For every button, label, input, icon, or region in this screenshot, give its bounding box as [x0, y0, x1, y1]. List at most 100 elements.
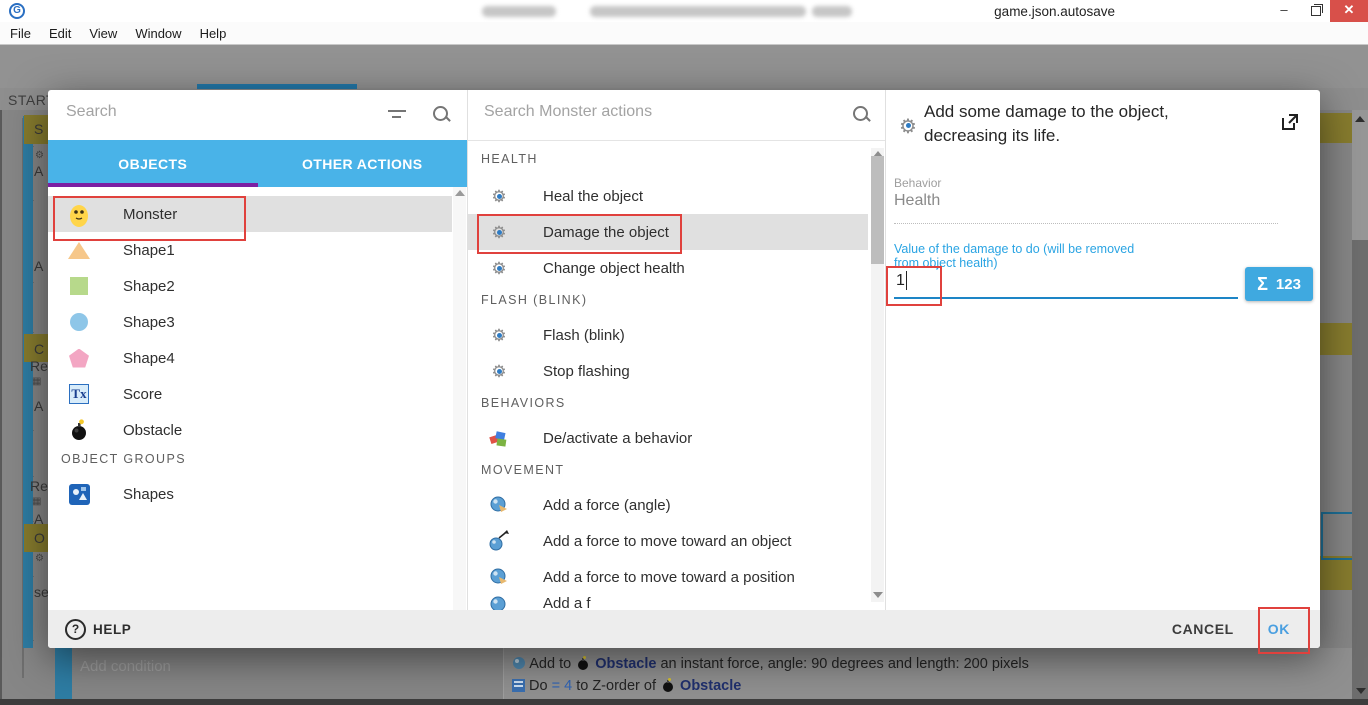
event-action-row[interactable]: Add to Obstacle an instant force, angle:…: [512, 656, 1029, 672]
action-row-deactivate-behavior[interactable]: De/activate a behavior: [468, 420, 868, 456]
actions-panel: HEALTH ⚙ Heal the object ⚙ Damage the ob…: [467, 90, 885, 610]
menu-help[interactable]: Help: [200, 26, 227, 41]
scroll-up-icon[interactable]: [455, 190, 465, 196]
actions-scrollbar-thumb[interactable]: [871, 156, 884, 264]
scroll-down-icon[interactable]: [873, 592, 883, 598]
object-row-shape2[interactable]: Shape2: [48, 268, 452, 304]
event-icon-fragment: ▦: [32, 496, 41, 507]
object-groups-header: OBJECT GROUPS: [61, 452, 186, 466]
action-config-panel: ⚙ Add some damage to the object, decreas…: [885, 90, 1320, 610]
object-row-score[interactable]: Tx Score: [48, 376, 452, 412]
z-order-icon: [512, 679, 525, 692]
action-row-clipped[interactable]: Add a f: [468, 595, 868, 610]
bottom-strip: [0, 699, 1368, 705]
action-label: Add a force to move toward an object: [543, 533, 791, 550]
action-label: Add a force to move toward a position: [543, 569, 795, 586]
objects-search-row: [48, 90, 467, 141]
damage-value-field[interactable]: 1: [894, 266, 1238, 299]
menu-bar: File Edit View Window Help: [0, 22, 1368, 45]
section-header-health: HEALTH: [481, 152, 538, 166]
action-row-add-force-angle[interactable]: Add a force (angle): [468, 487, 868, 523]
events-bottom-rows: Add condition Add to Obstacle an instant…: [0, 648, 1368, 699]
event-text-fragment: A: [34, 511, 43, 527]
event-highlight: [1318, 323, 1352, 355]
action-description: Add some damage to the object, decreasin…: [924, 100, 1256, 148]
force-toward-icon: [486, 530, 512, 552]
force-icon: [486, 495, 512, 515]
action-row-damage[interactable]: ⚙ Damage the object: [468, 214, 868, 250]
redacted-title-segment: [812, 6, 852, 17]
damage-value: 1: [896, 272, 905, 290]
behavior-icon: [486, 429, 512, 447]
menu-file[interactable]: File: [10, 26, 31, 41]
section-header-flash: FLASH (BLINK): [481, 293, 587, 307]
health-action-icon: ⚙: [486, 259, 512, 278]
scroll-up-icon[interactable]: [1355, 116, 1365, 122]
group-icon: [66, 484, 92, 505]
events-margin-line: [0, 110, 2, 705]
behavior-field-value[interactable]: Health: [894, 192, 940, 210]
object-label: Obstacle: [123, 422, 182, 439]
force-icon: [486, 567, 512, 587]
search-icon[interactable]: [853, 106, 871, 124]
objects-scrollbar[interactable]: [453, 187, 466, 610]
behavior-field-label: Behavior: [894, 176, 941, 190]
close-button[interactable]: ✕: [1330, 0, 1368, 22]
toolbar: [0, 44, 1368, 88]
event-text-fragment: O: [34, 530, 45, 546]
object-row-shape3[interactable]: Shape3: [48, 304, 452, 340]
menu-edit[interactable]: Edit: [49, 26, 71, 41]
dialog-footer: ? HELP CANCEL OK: [48, 610, 1320, 648]
bomb-icon: [66, 419, 92, 441]
action-row-stop-flashing[interactable]: ⚙ Stop flashing: [468, 353, 868, 389]
cancel-button[interactable]: CANCEL: [1172, 621, 1234, 637]
action-row-force-toward-object[interactable]: Add a force to move toward an object: [468, 523, 868, 559]
object-row-obstacle[interactable]: Obstacle: [48, 412, 452, 448]
object-row-monster[interactable]: Monster: [48, 196, 452, 232]
action-label: Add a force (angle): [543, 497, 671, 514]
minimize-button[interactable]: –: [1270, 0, 1298, 22]
action-label: Heal the object: [543, 188, 643, 205]
filter-icon[interactable]: [388, 110, 406, 120]
menu-window[interactable]: Window: [135, 26, 181, 41]
redacted-title-segment: [590, 6, 806, 17]
group-row-shapes[interactable]: Shapes: [48, 476, 452, 512]
action-row-flash[interactable]: ⚙ Flash (blink): [468, 317, 868, 353]
section-header-movement: MOVEMENT: [481, 463, 564, 477]
help-button[interactable]: ? HELP: [65, 619, 131, 640]
behavior-field-underline: [894, 223, 1278, 224]
menu-view[interactable]: View: [89, 26, 117, 41]
triangle-icon: [66, 242, 92, 259]
action-label: De/activate a behavior: [543, 430, 692, 447]
actions-search-row: [468, 90, 885, 141]
object-label: Shape2: [123, 278, 175, 295]
object-row-shape4[interactable]: Shape4: [48, 340, 452, 376]
event-text-fragment: C: [34, 341, 44, 357]
ok-button[interactable]: OK: [1268, 621, 1290, 637]
health-action-icon: ⚙: [899, 116, 917, 138]
objects-search-input[interactable]: [64, 102, 368, 122]
event-text-fragment: A: [34, 398, 43, 414]
action-row-force-toward-position[interactable]: Add a force to move toward a position: [468, 559, 868, 595]
tab-other-actions[interactable]: OTHER ACTIONS: [258, 140, 468, 187]
health-action-icon: ⚙: [486, 187, 512, 206]
events-scrollbar-thumb[interactable]: [1352, 240, 1368, 699]
window-title: game.json.autosave: [994, 4, 1115, 19]
object-row-shape1[interactable]: Shape1: [48, 232, 452, 268]
flash-action-icon: ⚙: [486, 326, 512, 345]
action-row-change-health[interactable]: ⚙ Change object health: [468, 250, 868, 286]
action-row-heal[interactable]: ⚙ Heal the object: [468, 178, 868, 214]
actions-search-input[interactable]: [482, 102, 786, 122]
restore-button[interactable]: [1302, 0, 1330, 22]
pentagon-icon: [66, 349, 92, 368]
expression-editor-button[interactable]: Σ 123: [1245, 267, 1313, 301]
add-condition-placeholder[interactable]: Add condition: [80, 658, 171, 675]
search-icon[interactable]: [433, 106, 451, 124]
actions-scrollbar[interactable]: [871, 148, 884, 602]
event-action-row[interactable]: Do = 4 to Z-order of Obstacle: [512, 678, 741, 694]
open-in-new-icon[interactable]: [1280, 112, 1300, 132]
objects-tabs: OBJECTS OTHER ACTIONS: [48, 140, 467, 187]
tab-objects[interactable]: OBJECTS: [48, 140, 258, 187]
scroll-down-icon[interactable]: [1356, 688, 1366, 694]
object-label: Shape4: [123, 350, 175, 367]
